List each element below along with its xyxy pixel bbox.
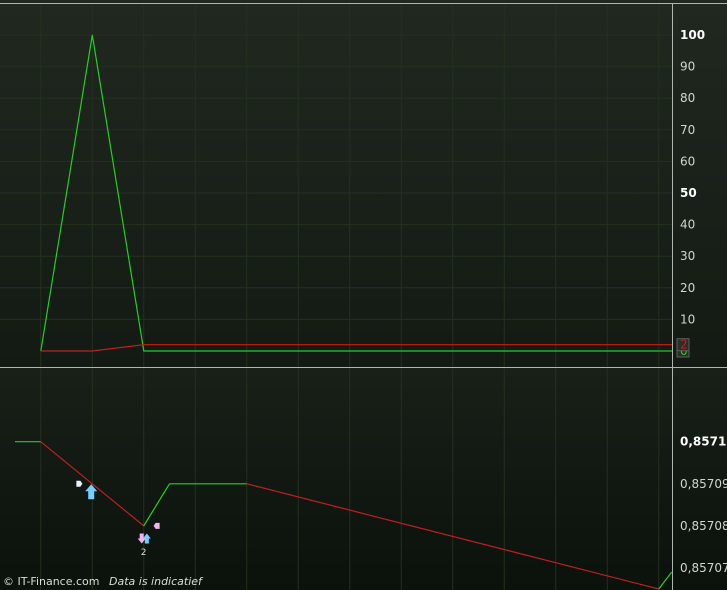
y-tick-label-upper: 70 [680, 123, 695, 137]
y-tick-label-lower: 0,85709 [680, 477, 727, 491]
signal-count-label: 2 [141, 548, 147, 558]
y-tick-label-upper: 50 [680, 186, 697, 200]
lower-panel-background [0, 368, 727, 590]
y-tick-label-lower: 0,85708 [680, 519, 727, 533]
y-tick-label-upper: 80 [680, 91, 695, 105]
y-tick-label-upper: 20 [680, 281, 695, 295]
chart-stage: 10090807060504030201002 0,85710,857090,8… [0, 0, 727, 590]
last-value-text: 2 [680, 338, 688, 352]
y-tick-label-upper: 90 [680, 60, 695, 74]
footer-brand: © IT-Finance.com [3, 575, 100, 588]
y-tick-label-upper: 60 [680, 154, 695, 168]
y-tick-label-upper: 10 [680, 312, 695, 326]
y-tick-label-upper: 100 [680, 28, 705, 42]
chart-canvas: 10090807060504030201002 0,85710,857090,8… [0, 0, 727, 590]
y-tick-label-lower: 0,85707 [680, 561, 727, 575]
y-tick-label-lower: 0,8571 [680, 435, 726, 449]
y-tick-label-upper: 30 [680, 249, 695, 263]
last-value-label: 2 [676, 338, 690, 352]
y-tick-label-upper: 40 [680, 218, 695, 232]
upper-panel-background [0, 0, 727, 368]
footer-note: Data is indicatief [109, 575, 204, 588]
